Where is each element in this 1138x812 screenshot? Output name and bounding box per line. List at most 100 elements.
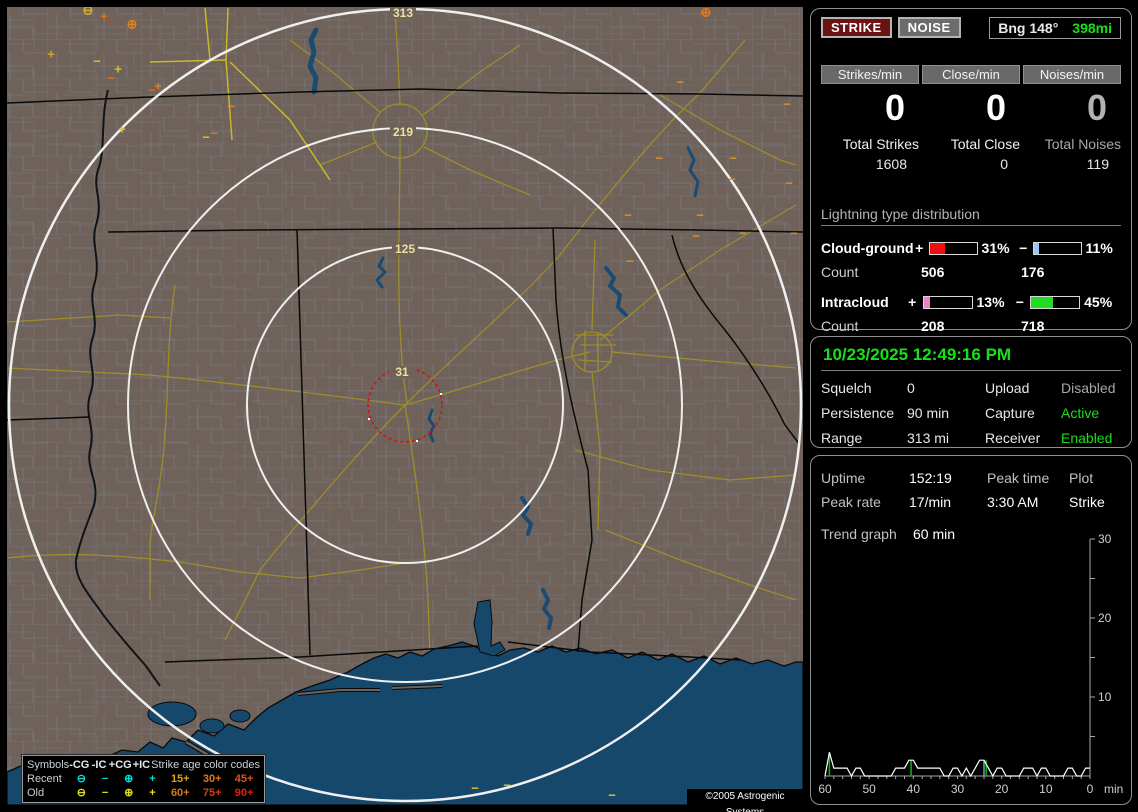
- strike-symbol: −: [790, 226, 798, 241]
- ic-positive-bar: [922, 295, 973, 309]
- receiver-value: Enabled: [1061, 430, 1113, 446]
- cloud-ground-row: Cloud-ground + 31% − 11%: [821, 240, 1121, 256]
- legend-col-header: -IC: [91, 759, 107, 771]
- strike-symbol: −: [624, 208, 632, 223]
- ic-pos-symbol-icon: +: [149, 787, 156, 799]
- plot-label: Plot: [1069, 470, 1094, 486]
- strike-symbol: +: [47, 47, 55, 62]
- ic-neg-symbol-icon: −: [101, 773, 109, 785]
- noises-per-min-value: 0: [1086, 87, 1107, 128]
- strike-symbol: −: [655, 151, 663, 166]
- strikes-column: Strikes/min 0 Total Strikes 1608: [821, 65, 919, 172]
- distribution-title: Lightning type distribution: [821, 206, 1121, 226]
- persistence-label: Persistence: [821, 405, 895, 421]
- plus-sign: +: [915, 240, 924, 256]
- cg-negative-count: 176: [1021, 264, 1045, 280]
- x-tick-label: 40: [907, 782, 921, 796]
- range-ring-label: 219: [393, 125, 413, 139]
- x-tick-label: 20: [995, 782, 1009, 796]
- persistence-value: 90 min: [907, 405, 950, 421]
- peak-rate-value: 17/min: [909, 494, 952, 510]
- nexstorm-window: 313 219 125 31 ⊖ + − ⊕ ⊕ + − + − + − − + − − − − − − − − − − − − − − − −…: [0, 0, 1138, 812]
- age-code: 75+: [202, 787, 222, 799]
- age-code: 60+: [170, 787, 190, 799]
- counters-panel: STRIKE NOISE Bng 148° 398mi Strikes/min …: [810, 8, 1132, 334]
- peak-time-value: 3:30 AM: [987, 494, 1039, 510]
- range-ring-label: 31: [395, 365, 409, 379]
- range-ring-label: 313: [393, 7, 413, 20]
- distance-value: 398mi: [1072, 20, 1112, 36]
- intracloud-count-row: Count 208 718: [821, 318, 1121, 334]
- total-close-value: 0: [1000, 156, 1008, 172]
- uptime-label: Uptime: [821, 470, 866, 486]
- x-tick-label: 0: [1087, 782, 1094, 796]
- close-column: Close/min 0 Total Close 0: [922, 65, 1020, 172]
- minus-sign: −: [1019, 240, 1028, 256]
- lightning-map[interactable]: 31321912531⊖ +− ⊕⊕+ −+−+−−+ −−−−− −− −− −− − −−− −…: [7, 7, 803, 805]
- stats-row: Uptime 152:19 Peak time Plot: [821, 470, 1121, 486]
- cg-pos-symbol-icon: ⊕: [124, 787, 134, 799]
- bearing-distance-display: Bng 148° 398mi: [989, 17, 1121, 39]
- cg-negative-bar: [1033, 241, 1082, 255]
- x-axis-unit: min: [1104, 782, 1123, 796]
- map-symbol-legend: Symbols -CG -IC +CG +IC Strike age color code…: [21, 754, 266, 804]
- strikes-per-min-chip[interactable]: Strikes/min: [821, 65, 919, 84]
- strike-symbol: −: [93, 54, 101, 69]
- minus-sign: −: [1015, 294, 1024, 310]
- uptime-value: 152:19: [909, 470, 952, 486]
- upload-label: Upload: [985, 380, 1030, 396]
- strike-symbol: −: [783, 97, 791, 112]
- intracloud-label: Intracloud: [821, 294, 889, 310]
- close-per-min-value: 0: [985, 87, 1006, 128]
- plot-type-value: Strike: [1069, 494, 1105, 510]
- noise-button[interactable]: NOISE: [897, 17, 961, 38]
- strike-symbol: ⊕: [701, 7, 712, 20]
- ic-negative-pct: 45%: [1084, 294, 1113, 310]
- strike-symbol: +: [114, 62, 122, 77]
- legend-symbols-label: Symbols: [27, 759, 70, 771]
- y-tick-label: 10: [1098, 690, 1112, 704]
- datetime-display: 10/23/2025 12:49:16 PM: [821, 341, 1121, 371]
- upload-value: Disabled: [1061, 380, 1116, 396]
- strike-symbol: −: [692, 229, 700, 244]
- range-label: Range: [821, 430, 863, 446]
- legend-col-header: +IC: [132, 759, 151, 771]
- strike-symbol: +: [118, 122, 126, 137]
- ic-positive-pct: 13%: [976, 294, 1005, 310]
- total-strikes-value: 1608: [875, 156, 907, 172]
- range-ring-label: 125: [395, 242, 415, 256]
- total-close-label: Total Close: [950, 136, 1020, 152]
- strike-symbol: −: [210, 126, 218, 141]
- strike-symbol: −: [626, 254, 634, 269]
- strike-symbol: −: [105, 16, 113, 31]
- status-panel: 10/23/2025 12:49:16 PM Squelch 0 Upload …: [810, 336, 1132, 448]
- cloud-ground-count-row: Count 506 176: [821, 264, 1121, 280]
- cg-positive-pct: 31%: [981, 240, 1010, 256]
- count-label: Count: [821, 264, 859, 280]
- legend-col-header: -CG: [69, 759, 90, 771]
- status-row: Persistence 90 min Capture Active: [821, 405, 1121, 421]
- strike-symbol: ⊕: [127, 17, 138, 32]
- range-value: 313 mi: [907, 430, 950, 446]
- trend-line: [824, 752, 1090, 778]
- peak-rate-label: Peak rate: [821, 494, 881, 510]
- cg-positive-bar: [929, 241, 978, 255]
- noises-per-min-chip[interactable]: Noises/min: [1023, 65, 1121, 84]
- ic-pos-symbol-icon: +: [149, 773, 156, 785]
- copyright-text: ©2005 Astrogenic Systems: [687, 789, 803, 812]
- cg-negative-pct: 11%: [1085, 240, 1113, 256]
- capture-label: Capture: [985, 405, 1035, 421]
- y-tick-label: 30: [1098, 532, 1112, 546]
- squelch-value: 0: [907, 380, 915, 396]
- cg-neg-symbol-icon: ⊖: [76, 773, 86, 785]
- ic-negative-count: 718: [1021, 318, 1045, 334]
- trend-panel: Uptime 152:19 Peak time Plot Peak rate 1…: [810, 455, 1132, 805]
- strike-symbol: −: [785, 176, 793, 191]
- close-per-min-chip[interactable]: Close/min: [922, 65, 1020, 84]
- count-label: Count: [821, 318, 859, 334]
- strike-button[interactable]: STRIKE: [821, 17, 892, 38]
- peak-time-label: Peak time: [987, 470, 1050, 486]
- lake-pontchartrain: [147, 701, 197, 727]
- total-strikes-label: Total Strikes: [842, 136, 919, 152]
- capture-value: Active: [1061, 405, 1100, 421]
